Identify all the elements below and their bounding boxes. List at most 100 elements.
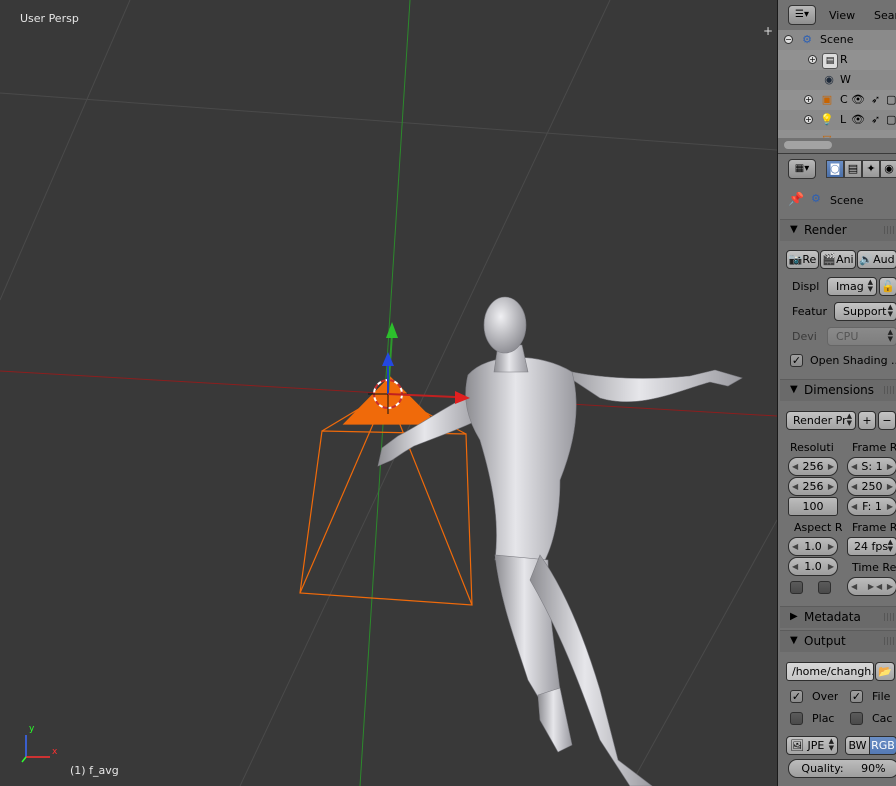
frame-end-field[interactable]: ◀ 250 ▶ [847, 477, 896, 496]
output-panel-header[interactable]: ▼ Output [780, 630, 896, 652]
render-audio-button[interactable]: 🔊Aud [857, 250, 896, 269]
search-menu[interactable]: Sear [874, 9, 896, 22]
outliner-row-scene[interactable]: − ⚙ Scene [778, 30, 896, 50]
render-animation-label: Ani [836, 253, 854, 266]
aspect-y-field[interactable]: ◀ 1.0 ▶ [788, 557, 838, 576]
browse-folder-button[interactable]: 📂 [875, 662, 895, 681]
frame-end-value: 250 [861, 480, 883, 493]
device-dropdown[interactable]: CPU ▲ ▼ [827, 327, 896, 346]
decrement-icon[interactable]: ◀ [792, 478, 798, 495]
drag-grip-icon[interactable] [884, 637, 894, 645]
increment-icon[interactable]: ▶ [828, 478, 834, 495]
resolution-percentage-value: 100 [802, 500, 824, 513]
render-still-button[interactable]: 📷Re [786, 250, 819, 269]
decrement-icon[interactable]: ◀ [851, 458, 857, 475]
render-camera-icon[interactable]: ▢ [886, 93, 896, 107]
render-camera-icon[interactable]: ▢ [886, 113, 896, 127]
visibility-eye-icon[interactable]: 👁 [851, 93, 865, 107]
increment-icon[interactable]: ▶ [887, 458, 893, 475]
cache-result-checkbox[interactable] [850, 712, 863, 725]
render-panel-body: 📷Re 🎬Ani 🔊Aud Displ Imag ▲ ▼ 🔓 Featur Supp… [780, 242, 896, 374]
editor-type-button[interactable]: ▦▾ [788, 159, 816, 179]
increment-icon[interactable]: ▶ [887, 498, 893, 515]
add-preset-button[interactable]: + [858, 411, 876, 430]
world-tab-icon[interactable]: ◉ [880, 160, 896, 178]
frame-rate-dropdown[interactable]: 24 fps ▲ ▼ [847, 537, 896, 556]
updown-icon: ▲ ▼ [828, 737, 834, 752]
editor-type-button[interactable]: ☰▾ [788, 5, 816, 25]
placeholders-checkbox[interactable] [790, 712, 803, 725]
viewport-expand-icon[interactable]: + [762, 24, 774, 38]
dimensions-panel-header[interactable]: ▼ Dimensions [780, 379, 896, 401]
outliner-row-lamp[interactable]: + 💡 L 👁 ➶ ▢ [778, 110, 896, 130]
render-presets-dropdown[interactable]: Render Pr ▲ ▼ [786, 411, 856, 430]
select-arrow-icon[interactable]: ➶ [871, 93, 880, 107]
visibility-eye-icon[interactable]: 👁 [851, 113, 865, 127]
lock-interface-button[interactable]: 🔓 [879, 277, 896, 296]
folder-icon: 📂 [878, 665, 892, 678]
frame-step-field[interactable]: ◀ F: 1 ▶ [847, 497, 896, 516]
decrement-icon[interactable]: ◀ [851, 478, 857, 495]
device-value: CPU [836, 330, 859, 343]
outliner-scrollbar[interactable] [778, 138, 896, 152]
output-path-field[interactable]: /home/changh... [786, 662, 874, 681]
color-rgb-button[interactable]: RGB [869, 736, 896, 755]
expand-icon[interactable]: + [804, 95, 813, 104]
decrement-icon[interactable]: ◀ [792, 558, 798, 575]
axis-y-label: y [29, 724, 35, 734]
drag-grip-icon[interactable] [884, 386, 894, 394]
increment-icon[interactable]: ▶ [887, 578, 893, 595]
drag-grip-icon[interactable] [884, 613, 894, 621]
aspect-x-field[interactable]: ◀ 1.0 ▶ [788, 537, 838, 556]
increment-icon[interactable]: ▶ [868, 578, 874, 595]
collapse-icon[interactable]: − [784, 35, 793, 44]
file-extensions-label: File [872, 690, 891, 703]
file-extensions-checkbox[interactable]: ✓ [850, 690, 863, 703]
resolution-percentage-field[interactable]: 100 [788, 497, 838, 516]
view-menu[interactable]: View [829, 9, 855, 22]
outliner-row-camera[interactable]: + ▣ C 👁 ➶ ▢ [778, 90, 896, 110]
quality-slider[interactable]: Quality: 90% [788, 759, 896, 778]
expand-icon[interactable]: + [808, 55, 817, 64]
3d-viewport[interactable]: User Persp y x (1) f_avg + [0, 0, 777, 786]
scene-tab-icon[interactable]: ✦ [862, 160, 880, 178]
render-tab-icon[interactable]: ◙ [826, 160, 844, 178]
outliner-row-world[interactable]: ◉ W [778, 70, 896, 90]
outliner-row-mesh[interactable]: ▽ [778, 130, 896, 138]
resolution-x-field[interactable]: ◀ 256 ▶ [788, 457, 838, 476]
increment-icon[interactable]: ▶ [828, 558, 834, 575]
view-mode-label: User Persp [20, 12, 79, 25]
decrement-icon[interactable]: ◀ [851, 498, 857, 515]
frame-start-field[interactable]: ◀ S: 1 ▶ [847, 457, 896, 476]
select-arrow-icon[interactable]: ➶ [871, 113, 880, 127]
pin-icon[interactable]: 📌 [788, 192, 804, 207]
time-remap-field[interactable]: ◀ ▶ ◀ ▶ [847, 577, 896, 596]
increment-icon[interactable]: ▶ [828, 538, 834, 555]
expand-icon[interactable]: + [804, 115, 813, 124]
render-panel-header[interactable]: ▼ Render [780, 219, 896, 241]
feature-set-dropdown[interactable]: Support ▲ ▼ [834, 302, 896, 321]
increment-icon[interactable]: ▶ [828, 458, 834, 475]
decrement-icon[interactable]: ◀ [851, 578, 857, 595]
viewport-canvas[interactable] [0, 0, 777, 786]
display-dropdown[interactable]: Imag ▲ ▼ [827, 277, 877, 296]
render-animation-button[interactable]: 🎬Ani [820, 250, 856, 269]
metadata-panel-header[interactable]: ▶ Metadata [780, 606, 896, 628]
open-shading-checkbox[interactable]: ✓ [790, 354, 803, 367]
crop-checkbox[interactable] [818, 581, 831, 594]
overwrite-checkbox[interactable]: ✓ [790, 690, 803, 703]
drag-grip-icon[interactable] [884, 226, 894, 234]
properties-editor: ▦▾ ◙ ▤ ✦ ◉ 📌 ⚙ Scene ▼ Render 📷Re 🎬Ani 🔊… [778, 153, 896, 786]
file-format-dropdown[interactable]: 🖼 JPE ▲ ▼ [786, 736, 838, 755]
decrement-icon[interactable]: ◀ [792, 538, 798, 555]
border-checkbox[interactable] [790, 581, 803, 594]
color-bw-button[interactable]: BW [845, 736, 870, 755]
scrollbar-thumb[interactable] [784, 141, 832, 149]
outliner-row-render-layers[interactable]: + ▤ R [778, 50, 896, 70]
resolution-y-field[interactable]: ◀ 256 ▶ [788, 477, 838, 496]
increment-icon[interactable]: ▶ [887, 478, 893, 495]
decrement-icon[interactable]: ◀ [876, 578, 882, 595]
render-layers-tab-icon[interactable]: ▤ [844, 160, 862, 178]
remove-preset-button[interactable]: − [878, 411, 896, 430]
decrement-icon[interactable]: ◀ [792, 458, 798, 475]
